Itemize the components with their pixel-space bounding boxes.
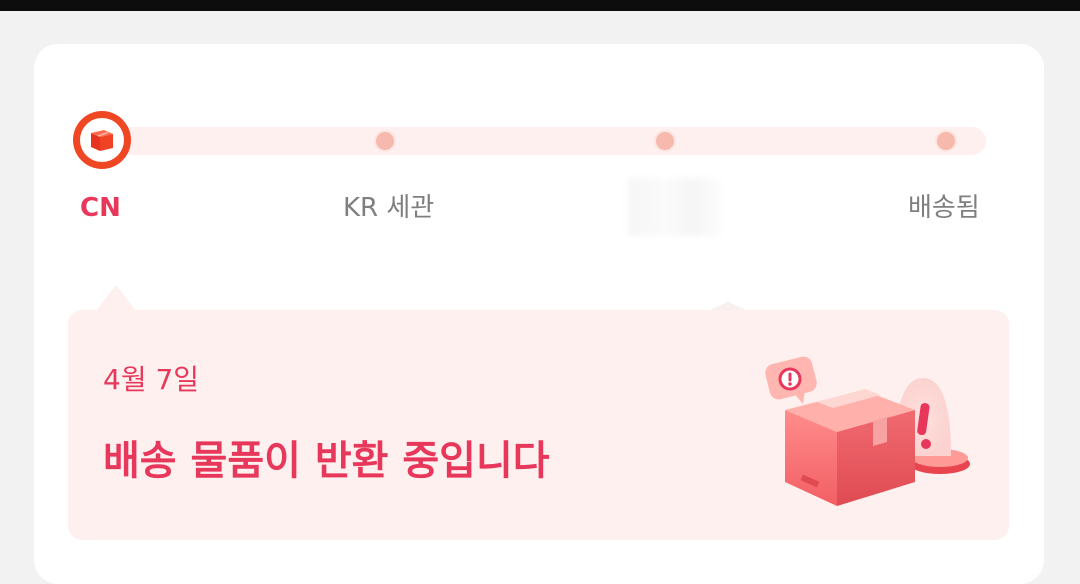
obscured-step-label — [628, 178, 720, 236]
return-package-warning-icon — [765, 356, 970, 506]
step-label-delivered: 배송됨 — [908, 193, 980, 223]
status-message: 배송 물품이 반환 중입니다 — [103, 438, 550, 484]
current-step-marker — [73, 111, 131, 169]
step-label-kr-customs: KR 세관 — [343, 193, 435, 223]
status-bar — [0, 0, 1080, 11]
step-dot-delivered — [935, 130, 957, 152]
status-date: 4월 7일 — [103, 363, 200, 396]
box-icon — [91, 130, 113, 151]
progress-track — [86, 127, 986, 155]
step-dot-step-3 — [654, 130, 676, 152]
panel-pointer — [96, 285, 136, 311]
step-dot-kr-customs — [374, 130, 396, 152]
panel-pointer-faint — [710, 302, 746, 310]
alert-bubble-icon — [765, 356, 817, 404]
step-label-cn: CN — [80, 193, 121, 223]
